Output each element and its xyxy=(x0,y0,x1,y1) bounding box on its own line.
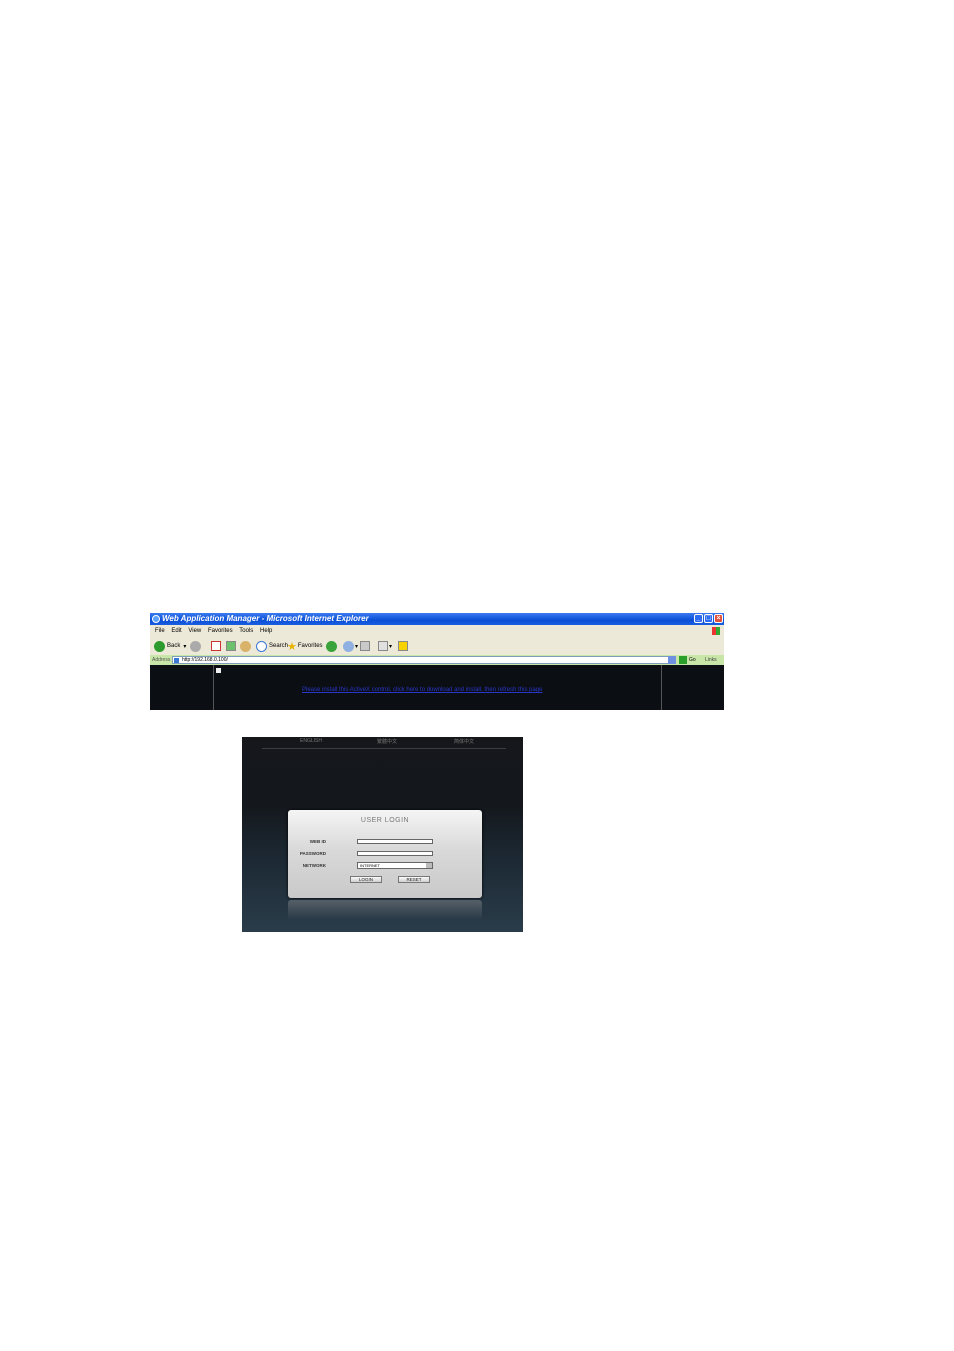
chevron-down-icon xyxy=(426,863,432,868)
chevron-down-icon: ▾ xyxy=(389,643,393,650)
go-arrow-icon[interactable] xyxy=(679,656,687,664)
toolbar: Back ▾ Search ★ Favorites ▾ ▾ xyxy=(150,637,724,655)
mail-button[interactable]: ▾ xyxy=(343,639,358,653)
menu-edit[interactable]: Edit xyxy=(171,628,181,634)
note-icon xyxy=(398,641,408,651)
address-value: http://192.168.0.100/ xyxy=(182,657,228,663)
login-title: USER LOGIN xyxy=(360,817,410,824)
title-bar: Web Application Manager - Microsoft Inte… xyxy=(150,613,724,625)
print-button[interactable] xyxy=(360,639,370,653)
network-value: INTERNET xyxy=(360,863,380,868)
windows-logo-icon xyxy=(712,627,720,635)
chevron-down-icon: ▾ xyxy=(183,643,187,650)
chevron-down-icon: ▾ xyxy=(355,643,359,650)
menu-bar: File Edit View Favorites Tools Help xyxy=(150,625,724,637)
forward-arrow-icon xyxy=(190,640,201,652)
menu-tools[interactable]: Tools xyxy=(239,628,253,634)
home-button[interactable] xyxy=(240,639,251,653)
history-icon xyxy=(326,640,337,652)
panel-reflection xyxy=(288,900,482,920)
back-button[interactable]: Back ▾ xyxy=(154,639,186,653)
refresh-icon xyxy=(226,641,236,651)
language-bar: ENGLISH 繁體中文 简体中文 xyxy=(262,737,506,749)
stop-icon xyxy=(211,641,221,651)
forward-button[interactable] xyxy=(190,639,201,653)
lang-traditional-chinese[interactable]: 繁體中文 xyxy=(377,738,397,745)
stop-button[interactable] xyxy=(211,639,221,653)
password-label: PASSWORD xyxy=(299,851,326,856)
login-button[interactable]: LOGIN xyxy=(350,876,382,883)
address-input[interactable]: http://192.168.0.100/ xyxy=(172,656,676,664)
maximize-button[interactable]: □ xyxy=(704,614,713,623)
password-input[interactable] xyxy=(357,851,433,856)
window-title: Web Application Manager - Microsoft Inte… xyxy=(162,614,369,623)
web-id-input[interactable] xyxy=(357,839,433,844)
home-icon xyxy=(240,640,251,652)
network-select[interactable]: INTERNET xyxy=(357,862,433,869)
search-icon xyxy=(256,640,267,652)
plugin-icon xyxy=(216,668,221,673)
menu-help[interactable]: Help xyxy=(260,628,272,634)
go-button[interactable]: Go xyxy=(689,655,696,665)
page-content: Please install this ActiveX control, cli… xyxy=(150,665,724,710)
browser-window: Web Application Manager - Microsoft Inte… xyxy=(150,613,724,710)
address-label: Address xyxy=(152,657,171,663)
edit-icon xyxy=(378,641,388,651)
page-icon xyxy=(174,658,179,663)
print-icon xyxy=(360,641,370,651)
minimize-button[interactable]: _ xyxy=(694,614,703,623)
lang-english[interactable]: ENGLISH xyxy=(300,738,322,744)
login-panel: USER LOGIN WEB ID PASSWORD NETWORK INTER… xyxy=(288,810,482,898)
address-dropdown-button[interactable] xyxy=(668,656,676,664)
lang-simplified-chinese[interactable]: 简体中文 xyxy=(454,738,474,745)
activex-install-link[interactable]: Please install this ActiveX control, cli… xyxy=(302,687,542,693)
login-page: ENGLISH 繁體中文 简体中文 USER LOGIN WEB ID PASS… xyxy=(242,737,523,932)
close-button[interactable]: × xyxy=(714,614,723,623)
menu-file[interactable]: File xyxy=(155,628,165,634)
favorites-button[interactable]: ★ Favorites xyxy=(287,639,323,653)
refresh-button[interactable] xyxy=(226,639,236,653)
mail-icon xyxy=(343,640,354,652)
menu-view[interactable]: View xyxy=(188,628,201,634)
back-arrow-icon xyxy=(154,640,165,652)
history-button[interactable] xyxy=(326,639,337,653)
right-column xyxy=(661,665,724,710)
reset-button[interactable]: RESET xyxy=(398,876,430,883)
address-bar: Address http://192.168.0.100/ Go Links xyxy=(150,655,724,665)
network-label: NETWORK xyxy=(302,863,326,868)
search-button[interactable]: Search xyxy=(256,639,288,653)
notes-button[interactable] xyxy=(398,639,408,653)
edit-button[interactable]: ▾ xyxy=(378,639,392,653)
star-icon: ★ xyxy=(287,640,297,653)
web-id-label: WEB ID xyxy=(309,839,326,844)
ie-icon xyxy=(152,615,160,623)
left-column xyxy=(150,665,214,710)
menu-favorites[interactable]: Favorites xyxy=(208,628,233,634)
links-button[interactable]: Links xyxy=(705,655,717,665)
